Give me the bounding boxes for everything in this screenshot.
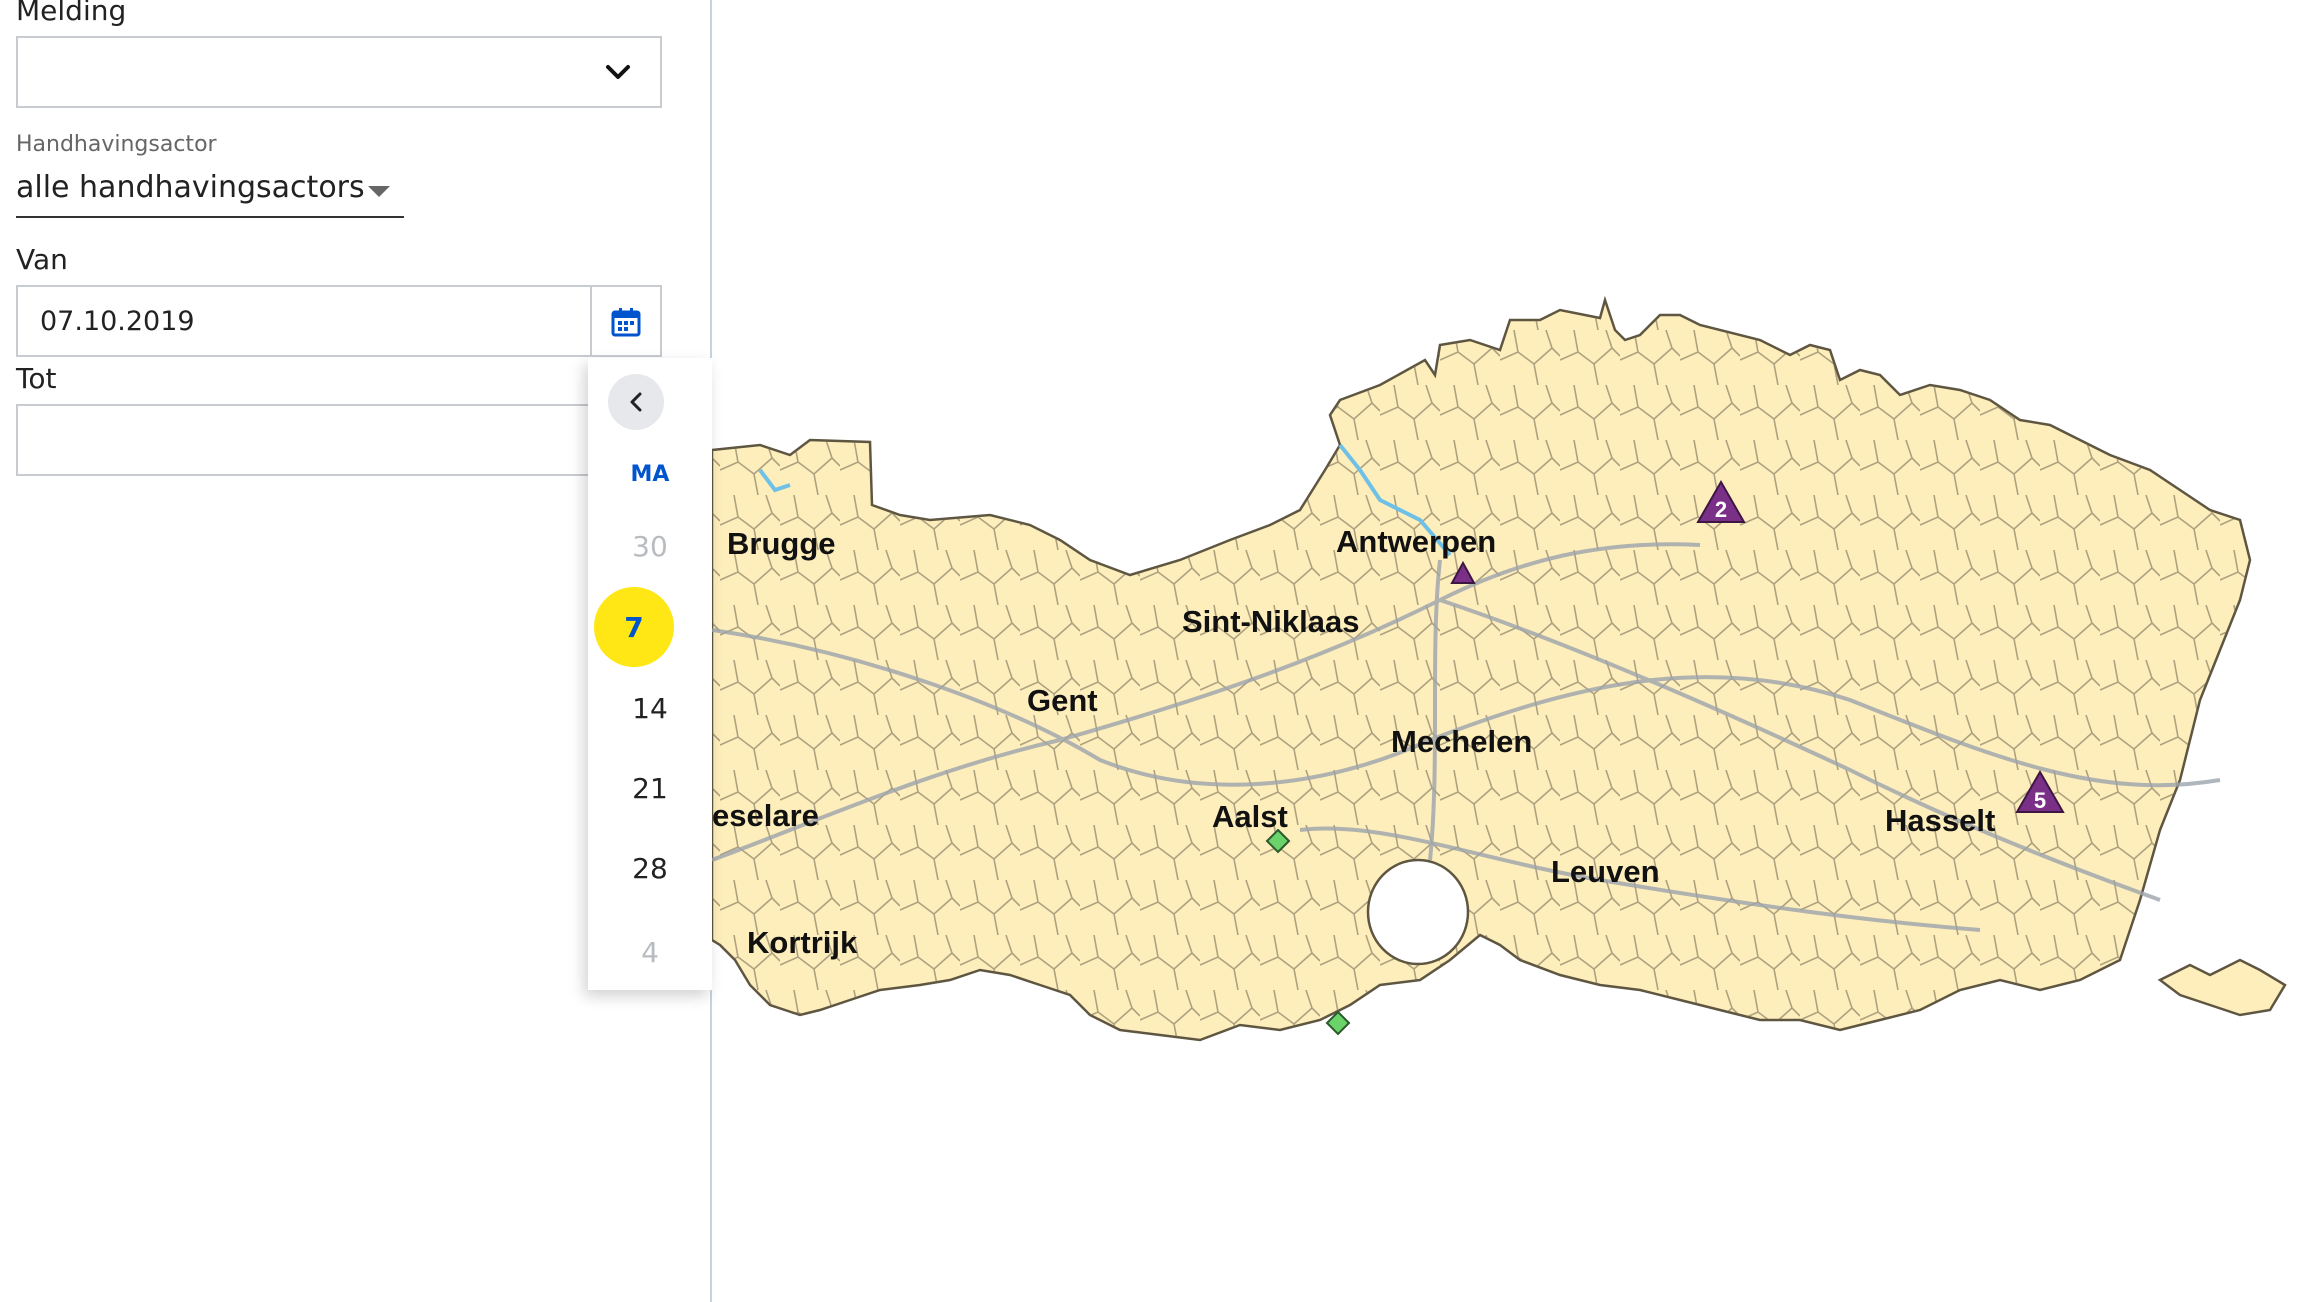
handhavingsactor-value: alle handhavingsactors [16,170,365,205]
calendar-day[interactable]: 30 [588,530,712,563]
city-label-hasselt: Hasselt [1885,803,1995,838]
calendar-day-selected[interactable]: 7 [594,587,674,667]
datepicker-popup: MA 30 7 14 21 28 4 [588,358,712,990]
melding-select[interactable] [16,36,662,108]
city-label-aalst: Aalst [1212,799,1288,834]
van-date-value: 07.10.2019 [40,306,195,337]
handhavingsactor-select[interactable]: alle handhavingsactors [16,164,404,218]
tot-label: Tot [16,362,57,395]
weekday-header: MA [630,462,670,487]
svg-text:5: 5 [2034,788,2046,813]
calendar-day[interactable]: 28 [588,852,712,885]
van-label: Van [16,243,68,276]
city-label-sint-niklaas: Sint-Niklaas [1182,604,1359,639]
van-calendar-button[interactable] [590,287,660,357]
map-view[interactable]: Brugge Antwerpen Sint-Niklaas Gent Meche… [712,0,2304,1302]
calendar-icon [611,308,641,337]
van-date-field[interactable]: 07.10.2019 [16,285,662,357]
handhavingsactor-label: Handhavingsactor [16,132,217,157]
calendar-day[interactable]: 21 [588,772,712,805]
city-label-gent: Gent [1027,683,1098,718]
chevron-down-icon [606,65,630,79]
svg-text:2: 2 [1715,497,1727,522]
calendar-day[interactable]: 4 [588,936,712,969]
tot-date-field[interactable] [16,404,662,476]
city-label-brugge: Brugge [727,526,836,561]
calendar-day[interactable]: 14 [588,692,712,725]
city-label-leuven: Leuven [1551,854,1660,889]
city-label-antwerpen: Antwerpen [1336,524,1496,559]
caret-down-icon [368,186,390,197]
city-label-mechelen: Mechelen [1391,724,1532,759]
flanders-map: Brugge Antwerpen Sint-Niklaas Gent Meche… [712,295,2287,1042]
city-label-roeselare: eselare [712,798,819,833]
city-label-kortrijk: Kortrijk [747,925,858,960]
chevron-left-icon [630,392,642,412]
melding-label: Melding [16,0,127,27]
selected-day-label: 7 [624,610,644,644]
prev-month-button[interactable] [608,374,664,430]
